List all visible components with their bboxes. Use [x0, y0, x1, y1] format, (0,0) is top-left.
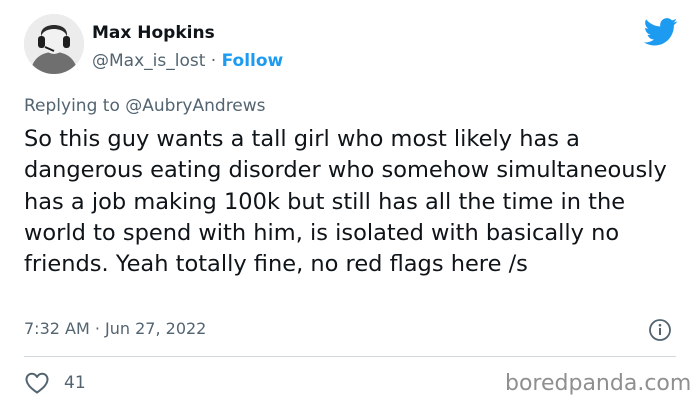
author-handle-line: @Max_is_lost · Follow	[92, 51, 283, 71]
twitter-bird-icon	[643, 18, 678, 46]
follow-button[interactable]: Follow	[222, 51, 284, 71]
avatar[interactable]	[24, 14, 84, 74]
replying-to-label: Replying to	[24, 96, 120, 116]
tweet-timestamp[interactable]: 7:32 AM · Jun 27, 2022	[24, 319, 206, 338]
reply-mention-link[interactable]: @AubryAndrews	[125, 96, 265, 116]
info-icon[interactable]	[648, 318, 672, 342]
author-handle[interactable]: @Max_is_lost	[92, 51, 205, 71]
like-count: 41	[64, 373, 86, 393]
avatar-image	[24, 14, 84, 74]
author-display-name[interactable]: Max Hopkins	[92, 23, 215, 43]
tweet-text: So this guy wants a tall girl who most l…	[24, 126, 667, 278]
divider	[24, 356, 676, 357]
watermark: boredpanda.com	[505, 371, 692, 396]
heart-icon[interactable]	[24, 371, 50, 395]
replying-to: Replying to @AubryAndrews	[24, 96, 266, 116]
separator-dot: ·	[210, 51, 217, 71]
